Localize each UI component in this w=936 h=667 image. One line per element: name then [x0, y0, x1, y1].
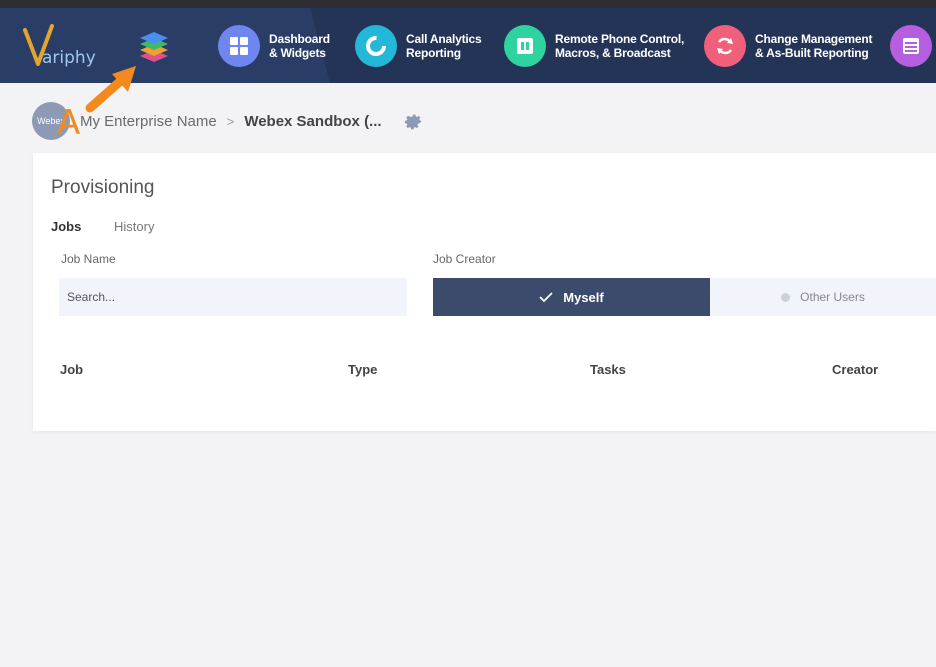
nav-dashboard-label: Dashboard & Widgets — [269, 32, 330, 60]
nav-reports[interactable] — [890, 24, 932, 68]
nav-remote-phone-control[interactable]: Remote Phone Control, Macros, & Broadcas… — [504, 24, 684, 68]
window-top-strip — [0, 0, 936, 8]
provisioning-card: Provisioning Jobs History Job Name Job C… — [33, 153, 936, 431]
breadcrumb-enterprise[interactable]: My Enterprise Name — [80, 113, 217, 130]
column-header-tasks[interactable]: Tasks — [590, 362, 626, 377]
nav-analytics-line1: Call Analytics — [406, 32, 482, 46]
nav-phone-line1: Remote Phone Control, — [555, 32, 685, 46]
job-name-label: Job Name — [61, 252, 116, 266]
nav-change-management[interactable]: Change Management & As-Built Reporting — [704, 24, 872, 68]
column-header-creator[interactable]: Creator — [832, 362, 878, 377]
nav-dashboard-line1: Dashboard — [269, 32, 330, 46]
layers-icon[interactable] — [134, 26, 174, 66]
analytics-icon — [355, 25, 397, 67]
page-title: Provisioning — [51, 177, 155, 198]
annotation-label: A — [57, 103, 81, 143]
nav-change-label: Change Management & As-Built Reporting — [755, 32, 872, 60]
column-header-job[interactable]: Job — [60, 362, 83, 377]
nav-phone-line2: Macros, & Broadcast — [555, 46, 671, 60]
nav-change-line1: Change Management — [755, 32, 873, 46]
check-icon — [539, 292, 553, 303]
myself-label: Myself — [563, 289, 604, 305]
dashboard-icon — [218, 25, 260, 67]
radio-dot-icon — [781, 292, 791, 302]
creator-other-users-toggle[interactable]: Other Users — [710, 278, 936, 316]
tab-history[interactable]: History — [114, 219, 154, 234]
nav-analytics-line2: Reporting — [406, 46, 461, 60]
nav-call-analytics[interactable]: Call Analytics Reporting — [355, 24, 482, 68]
table-icon — [890, 25, 932, 67]
annotation-arrow — [85, 66, 136, 113]
nav-change-line2: & As-Built Reporting — [755, 46, 869, 60]
creator-myself-toggle[interactable]: Myself — [433, 278, 710, 316]
nav-dashboard-widgets[interactable]: Dashboard & Widgets — [218, 24, 330, 68]
nav-analytics-label: Call Analytics Reporting — [406, 32, 482, 60]
breadcrumb-current[interactable]: Webex Sandbox (... — [244, 113, 381, 130]
job-search-input[interactable] — [59, 278, 407, 316]
other-users-label: Other Users — [800, 290, 865, 304]
nav-phone-control-label: Remote Phone Control, Macros, & Broadcas… — [555, 32, 684, 60]
phone-control-icon — [504, 25, 546, 67]
tab-jobs[interactable]: Jobs — [51, 219, 81, 234]
column-header-type[interactable]: Type — [348, 362, 377, 377]
job-creator-label: Job Creator — [433, 252, 496, 266]
gear-icon[interactable] — [402, 110, 424, 132]
change-management-icon — [704, 25, 746, 67]
breadcrumb-separator: > — [226, 113, 235, 129]
nav-dashboard-line2: & Widgets — [269, 46, 326, 60]
